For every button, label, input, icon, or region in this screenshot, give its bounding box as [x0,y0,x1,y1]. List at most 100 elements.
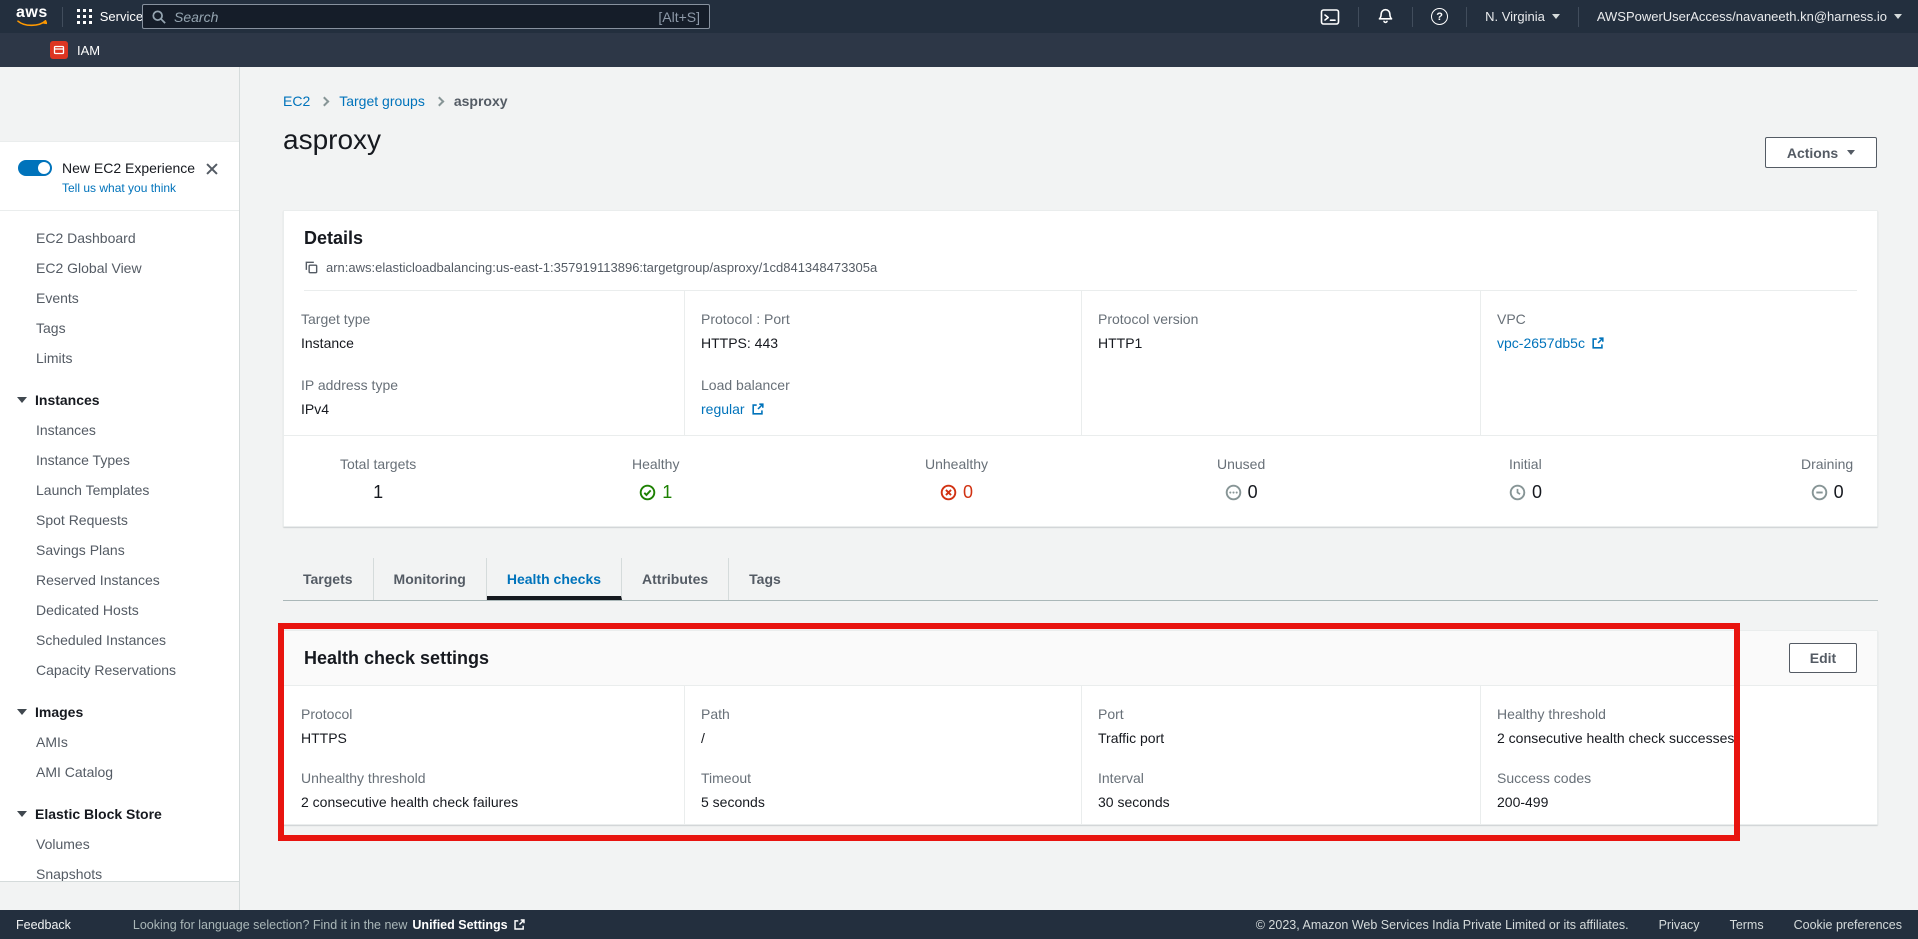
details-title: Details [304,228,1857,249]
summary-label: Healthy [632,456,679,472]
summary-initial: Initial 0 [1509,456,1542,503]
health-check-settings-card: Health check settings Edit Protocol HTTP… [283,630,1878,825]
field-label: Protocol [301,706,667,722]
field-hc-healthy-threshold: Healthy threshold 2 consecutive health c… [1480,686,1877,756]
column-divider [684,686,685,825]
details-card: Details arn:aws:elasticloadbalancing:us-… [283,210,1878,527]
feedback-link[interactable]: Feedback [16,918,71,932]
field-label: Success codes [1497,770,1860,786]
copy-icon[interactable] [304,260,319,275]
summary-unhealthy: Unhealthy 0 [925,456,988,503]
global-search-box[interactable]: [Alt+S] [142,4,710,29]
sidebar-item-scheduled-instances[interactable]: Scheduled Instances [0,625,239,655]
triangle-down-icon [17,811,27,817]
actions-button[interactable]: Actions [1765,137,1877,168]
sidebar-item-launch-templates[interactable]: Launch Templates [0,475,239,505]
field-value: / [701,730,1064,746]
field-label: Interval [1098,770,1463,786]
summary-label: Draining [1801,456,1853,472]
edit-button[interactable]: Edit [1789,643,1857,673]
sidebar-section-images[interactable]: Images [0,697,239,727]
sidebar-item-instances[interactable]: Instances [0,415,239,445]
tab-attributes[interactable]: Attributes [622,558,729,600]
column-divider [684,291,685,435]
tab-health-checks[interactable]: Health checks [487,558,622,600]
sidebar-item-savings-plans[interactable]: Savings Plans [0,535,239,565]
aws-logo-text: aws [16,6,48,20]
load-balancer-link[interactable]: regular [701,401,745,417]
breadcrumb-target-groups[interactable]: Target groups [339,93,425,109]
services-menu-button[interactable]: Services [77,9,150,24]
tell-us-link[interactable]: Tell us what you think [62,181,239,195]
summary-label: Unused [1217,456,1265,472]
sidebar-item-instance-types[interactable]: Instance Types [0,445,239,475]
external-link-icon [1591,336,1605,350]
field-label: Protocol : Port [701,311,1064,327]
target-group-arn: arn:aws:elasticloadbalancing:us-east-1:3… [326,260,877,275]
sidebar-section-label: Images [35,697,83,727]
tab-targets[interactable]: Targets [283,558,374,600]
breadcrumb: EC2 Target groups asproxy [283,93,508,109]
apps-grid-icon [77,9,92,24]
chevron-down-icon [1847,150,1855,155]
field-hc-port: Port Traffic port [1081,686,1480,756]
field-hc-timeout: Timeout 5 seconds [684,756,1081,825]
page-title: asproxy [283,124,381,156]
footer-bar: Feedback Looking for language selection?… [0,910,1918,939]
field-value: 5 seconds [701,794,1064,810]
topbar-right-group: N. Virginia AWSPowerUserAccess/navaneeth… [1316,0,1906,33]
account-menu[interactable]: AWSPowerUserAccess/navaneeth.kn@harness.… [1593,9,1906,24]
notifications-button[interactable] [1373,8,1398,25]
sidebar-item-limits[interactable]: Limits [0,343,239,373]
details-grid: Target type Instance Protocol : Port HTT… [284,291,1877,436]
language-note: Looking for language selection? Find it … [133,918,526,932]
help-button[interactable] [1427,8,1452,25]
external-link-icon [751,402,765,416]
cookie-preferences-link[interactable]: Cookie preferences [1794,918,1902,932]
favorite-iam-link[interactable]: IAM [50,41,100,59]
sidebar-item-capacity-reservations[interactable]: Capacity Reservations [0,655,239,685]
field-value: HTTP1 [1098,335,1463,351]
topbar-divider [62,7,63,27]
sidebar-item-ec2-dashboard[interactable]: EC2 Dashboard [0,223,239,253]
sidebar-section-ebs[interactable]: Elastic Block Store [0,799,239,829]
breadcrumb-current: asproxy [454,93,508,109]
sidebar-item-ec2-global-view[interactable]: EC2 Global View [0,253,239,283]
sidebar-item-snapshots[interactable]: Snapshots [0,859,239,882]
search-input[interactable] [174,9,658,25]
aws-smile-icon [17,20,47,27]
main-content: EC2 Target groups asproxy asproxy Action… [241,67,1918,910]
sidebar-item-tags[interactable]: Tags [0,313,239,343]
new-experience-toggle[interactable] [18,160,52,176]
sidebar-item-dedicated-hosts[interactable]: Dedicated Hosts [0,595,239,625]
vpc-link[interactable]: vpc-2657db5c [1497,335,1585,351]
sidebar-item-volumes[interactable]: Volumes [0,829,239,859]
sidebar-item-reserved-instances[interactable]: Reserved Instances [0,565,239,595]
unified-settings-link[interactable]: Unified Settings [412,918,507,932]
field-value: 200-499 [1497,794,1860,810]
close-icon[interactable] [205,162,219,176]
field-vpc: VPC vpc-2657db5c [1480,291,1877,363]
empty-cell [1081,363,1480,435]
cloudshell-button[interactable] [1316,7,1344,27]
minus-circle-icon [1811,484,1828,501]
privacy-link[interactable]: Privacy [1659,918,1700,932]
breadcrumb-ec2[interactable]: EC2 [283,93,310,109]
terms-link[interactable]: Terms [1730,918,1764,932]
health-check-grid: Protocol HTTPS Path / Port Traffic port … [284,686,1877,825]
tab-monitoring[interactable]: Monitoring [374,558,487,600]
sidebar-item-ami-catalog[interactable]: AMI Catalog [0,757,239,787]
actions-button-label: Actions [1787,145,1838,161]
field-hc-unhealthy-threshold: Unhealthy threshold 2 consecutive health… [284,756,684,825]
column-divider [1081,686,1082,825]
field-ip-address-type: IP address type IPv4 [284,363,684,435]
aws-logo[interactable]: aws [16,6,48,27]
field-label: Unhealthy threshold [301,770,667,786]
sidebar-section-instances[interactable]: Instances [0,385,239,415]
sidebar-item-spot-requests[interactable]: Spot Requests [0,505,239,535]
language-note-text: Looking for language selection? Find it … [133,918,408,932]
sidebar-item-amis[interactable]: AMIs [0,727,239,757]
region-selector[interactable]: N. Virginia [1481,9,1564,24]
sidebar-item-events[interactable]: Events [0,283,239,313]
tab-tags[interactable]: Tags [729,558,801,600]
